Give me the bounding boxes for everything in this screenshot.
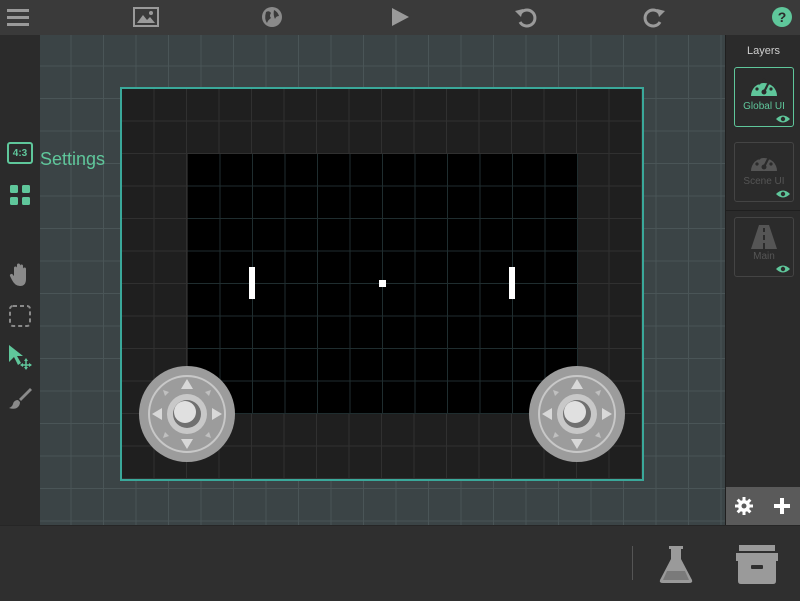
- brush-icon[interactable]: [6, 384, 34, 412]
- flask-icon[interactable]: [652, 540, 700, 588]
- layers-panel: Layers Global UI Scene UI Main: [725, 35, 800, 525]
- eye-icon[interactable]: [776, 264, 790, 274]
- hand-icon[interactable]: [6, 261, 34, 289]
- ball[interactable]: [379, 280, 386, 287]
- redo-icon[interactable]: [640, 4, 668, 30]
- gauge-icon: [751, 78, 777, 96]
- layer-label: Scene UI: [743, 176, 785, 187]
- divider: [632, 546, 633, 580]
- settings-label[interactable]: Settings: [40, 149, 105, 170]
- layer-label: Global UI: [743, 101, 785, 112]
- svg-text:?: ?: [778, 9, 787, 25]
- eye-icon[interactable]: [776, 189, 790, 199]
- play-icon[interactable]: [386, 4, 414, 30]
- add-icon[interactable]: [769, 493, 795, 519]
- editor-canvas[interactable]: [40, 35, 725, 525]
- help-icon[interactable]: ?: [768, 4, 796, 30]
- layer-label: Main: [753, 251, 775, 262]
- left-joystick-icon[interactable]: [138, 365, 236, 463]
- layer-scene-ui[interactable]: Scene UI: [734, 142, 794, 202]
- pointer-move-icon[interactable]: [6, 343, 34, 371]
- image-icon[interactable]: [132, 4, 160, 30]
- bottom-bar: [0, 525, 800, 601]
- divider: [726, 210, 800, 211]
- top-toolbar: ?: [0, 0, 800, 35]
- right-joystick-icon[interactable]: [528, 365, 626, 463]
- grid-apps-icon[interactable]: [6, 181, 34, 209]
- archive-icon[interactable]: [733, 540, 781, 588]
- eye-icon[interactable]: [776, 114, 790, 124]
- right-paddle[interactable]: [509, 267, 515, 299]
- layer-global-ui[interactable]: Global UI: [734, 67, 794, 127]
- left-paddle[interactable]: [249, 267, 255, 299]
- road-icon: [751, 225, 777, 249]
- scene-frame[interactable]: [120, 87, 644, 481]
- gear-icon[interactable]: [731, 493, 757, 519]
- layers-actions: [726, 487, 800, 525]
- menu-icon[interactable]: [4, 4, 32, 30]
- layers-title: Layers: [746, 45, 781, 57]
- aspect-ratio-icon[interactable]: 4:3: [6, 139, 34, 167]
- selection-icon[interactable]: [6, 302, 34, 330]
- globe-icon[interactable]: [258, 4, 286, 30]
- left-toolbar: 4:3: [0, 35, 40, 525]
- aspect-ratio-badge: 4:3: [12, 147, 28, 159]
- gauge-icon: [751, 153, 777, 171]
- layer-main[interactable]: Main: [734, 217, 794, 277]
- undo-icon[interactable]: [512, 4, 540, 30]
